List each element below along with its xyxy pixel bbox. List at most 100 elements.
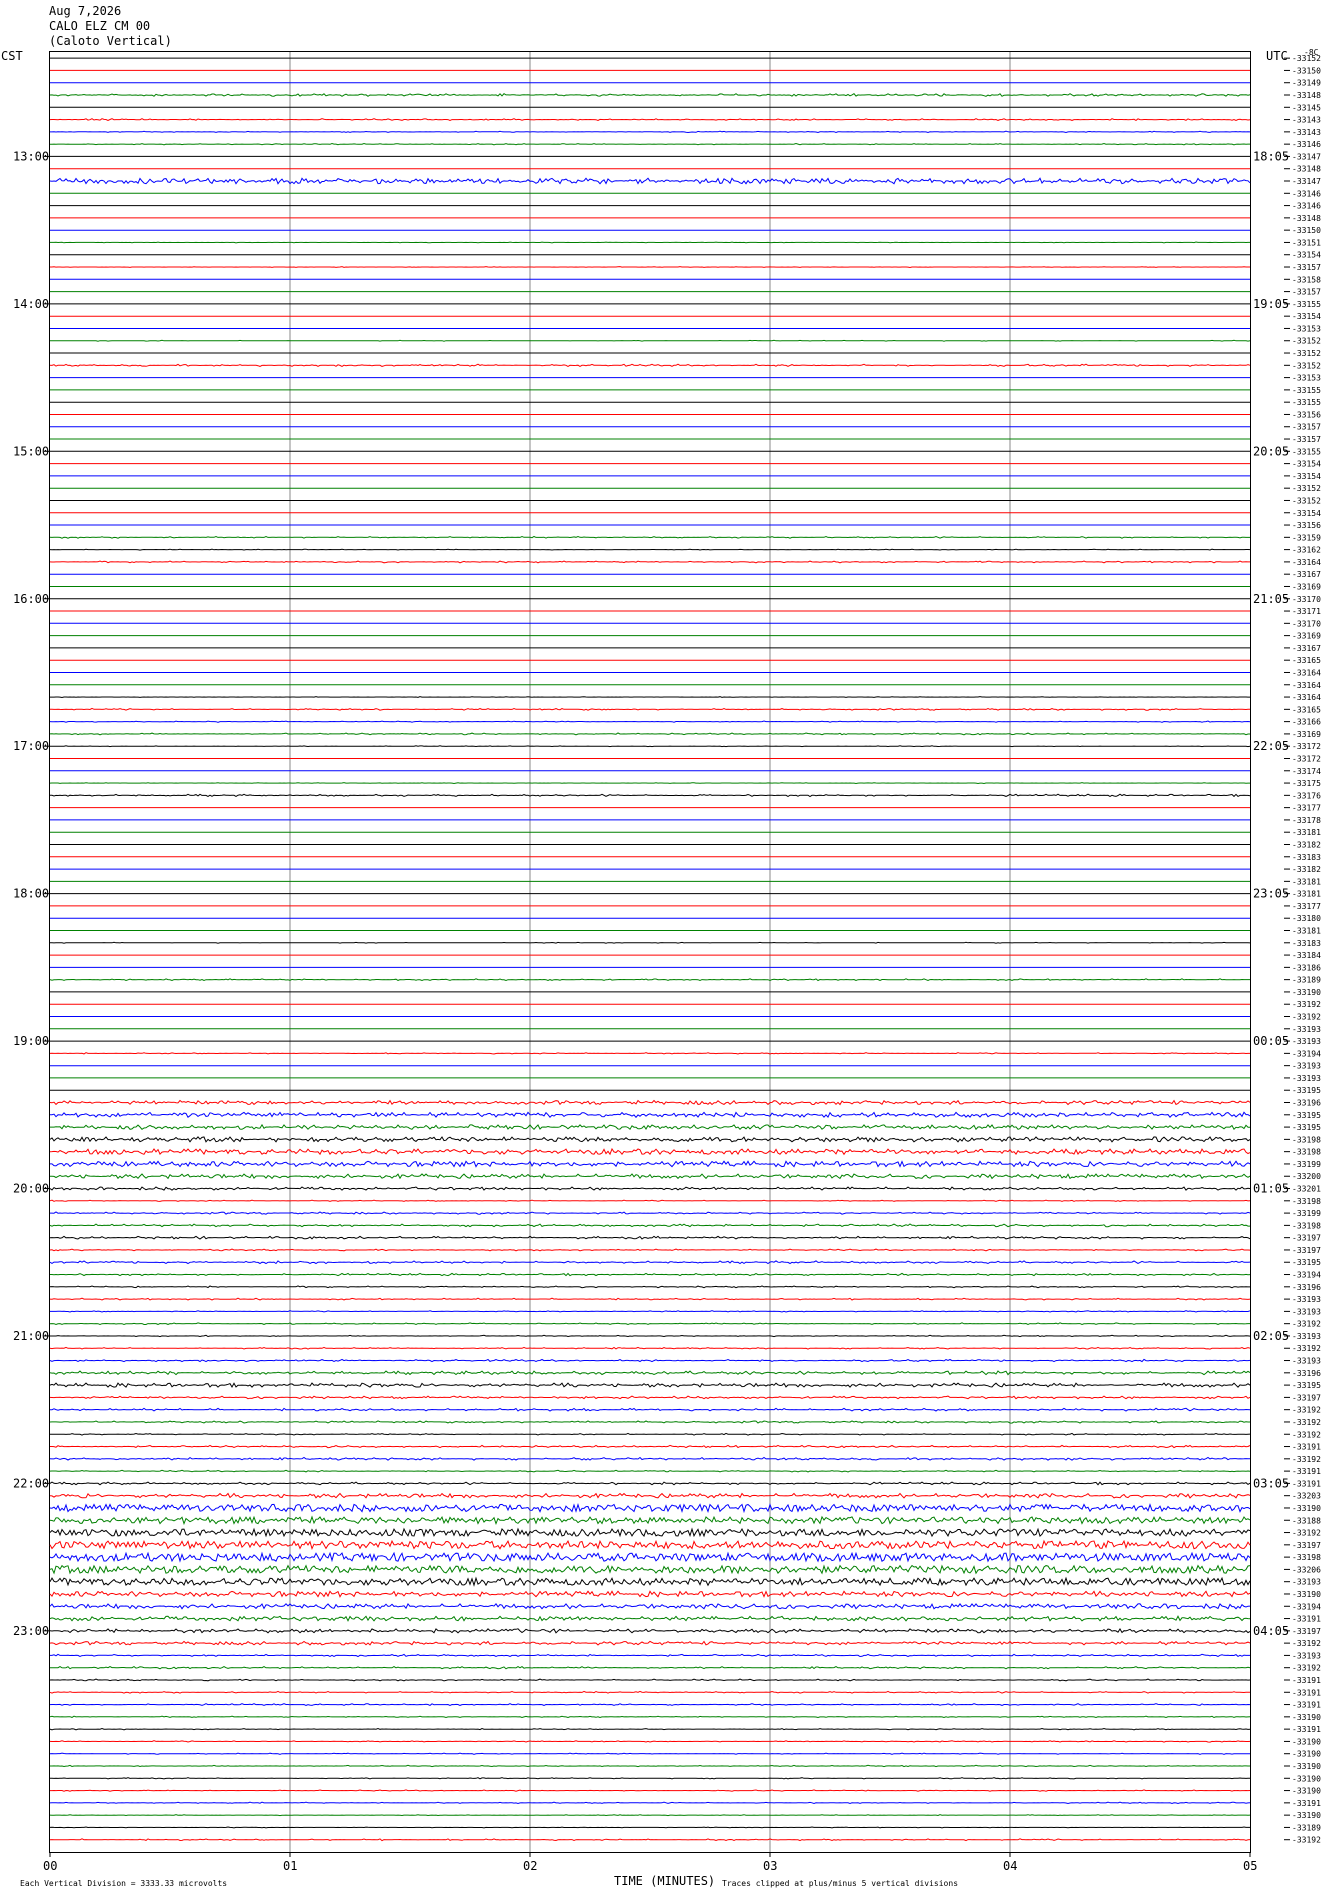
row-offset-label: -33191 <box>1292 1676 1321 1685</box>
row-offset-label: -33166 <box>1292 718 1321 727</box>
minute-gridlines <box>289 52 1011 1852</box>
seismic-trace <box>50 1211 1251 1215</box>
seismic-trace <box>50 941 1251 944</box>
row-offset-label: -33184 <box>1292 951 1321 960</box>
helicorder-plot: Aug 7,2026 CALO ELZ CM 00 (Caloto Vertic… <box>1 4 1321 1888</box>
seismic-trace <box>49 1814 1251 1817</box>
seismic-trace <box>50 142 1250 146</box>
seismic-trace <box>50 1789 1251 1792</box>
row-offset-label: -33190 <box>1292 1750 1321 1759</box>
row-offset-label: -33193 <box>1292 1074 1321 1083</box>
seismic-trace <box>49 1199 1251 1202</box>
seismic-trace <box>49 560 1250 564</box>
utc-hour-label: 18:05 <box>1253 149 1289 163</box>
cst-hour-label: 22:00 <box>13 1476 49 1490</box>
utc-hour-label: 00:05 <box>1253 1034 1289 1048</box>
seismic-trace <box>49 1469 1251 1473</box>
row-offset-label: -33196 <box>1292 1099 1321 1108</box>
row-offset-label: -33154 <box>1292 251 1321 260</box>
row-offset-label: -33192 <box>1292 1529 1321 1538</box>
seismic-trace <box>49 1551 1251 1563</box>
row-offset-label: -33152 <box>1292 496 1321 505</box>
row-offset-label: -33192 <box>1292 1418 1321 1427</box>
row-offset-label: -33167 <box>1292 644 1321 653</box>
seismic-trace <box>49 1678 1251 1682</box>
seismic-trace <box>50 793 1251 798</box>
seismic-trace <box>49 1248 1251 1252</box>
row-offset-label: -33192 <box>1292 1639 1321 1648</box>
seismic-trace <box>49 1173 1251 1180</box>
footer-scale-note: Each Vertical Division = 3333.33 microvo… <box>20 1879 227 1888</box>
seismic-trace <box>50 1764 1250 1768</box>
seismic-trace <box>49 1111 1251 1119</box>
row-offset-label: -33193 <box>1292 1062 1321 1071</box>
row-offset-label: -33190 <box>1292 1713 1321 1722</box>
seismic-trace <box>49 1740 1251 1743</box>
row-offset-label: -33190 <box>1292 1737 1321 1746</box>
row-offset-label: -33192 <box>1292 1000 1321 1009</box>
seismic-trace <box>49 1690 1251 1694</box>
row-offset-label: -33171 <box>1292 607 1321 616</box>
row-offset-label: -33189 <box>1292 976 1321 985</box>
cst-hour-label: 15:00 <box>13 444 49 458</box>
utc-hour-label: 01:05 <box>1253 1182 1289 1196</box>
row-offset-label: -33153 <box>1292 324 1321 333</box>
seismic-trace <box>49 1382 1251 1389</box>
row-offset-label: -33143 <box>1292 128 1321 137</box>
seismic-trace <box>50 1665 1251 1670</box>
seismic-trace <box>49 1358 1251 1363</box>
row-offset-label: -33190 <box>1292 988 1321 997</box>
row-offset-label: -33145 <box>1292 103 1321 112</box>
seismic-trace <box>49 1503 1251 1514</box>
row-offset-label: -33151 <box>1292 238 1321 247</box>
row-offset-label: -33192 <box>1292 1664 1321 1673</box>
row-offset-label: -33182 <box>1292 865 1321 874</box>
row-offset-label: -33195 <box>1292 1258 1321 1267</box>
row-offset-label: -33191 <box>1292 1615 1321 1624</box>
left-timezone-label: CST <box>1 49 23 63</box>
row-offset-label: -33197 <box>1292 1393 1321 1402</box>
seismic-trace <box>49 978 1250 982</box>
right-timezone-label: UTC <box>1266 49 1288 63</box>
cst-hour-label: 18:00 <box>13 887 49 901</box>
seismic-trace <box>49 1136 1251 1143</box>
row-offset-label: -33191 <box>1292 1443 1321 1452</box>
seismic-trace <box>49 1628 1251 1634</box>
row-offset-label: -33164 <box>1292 668 1321 677</box>
seismic-trace <box>49 1602 1251 1610</box>
row-offset-label: -33198 <box>1292 1553 1321 1562</box>
seismic-trace <box>49 1235 1251 1240</box>
seismic-trace <box>49 720 1251 723</box>
seismic-trace <box>49 1564 1251 1575</box>
row-offset-label: -33190 <box>1292 1774 1321 1783</box>
row-offset-label: -33203 <box>1292 1492 1321 1501</box>
row-offset-label: -33146 <box>1292 189 1321 198</box>
seismic-trace <box>49 177 1251 185</box>
seismic-trace <box>50 1334 1251 1338</box>
seismic-trace <box>50 1160 1251 1168</box>
row-offset-label: -33154 <box>1292 460 1321 469</box>
row-offset-label: -33178 <box>1292 816 1321 825</box>
row-offset-label: -33186 <box>1292 963 1321 972</box>
row-offset-label: -33148 <box>1292 165 1321 174</box>
row-offset-label: -33197 <box>1292 1234 1321 1243</box>
row-offset-label: -33148 <box>1292 91 1321 100</box>
footer-clip-note: Traces clipped at plus/minus 5 vertical … <box>722 1879 958 1888</box>
row-offset-label: -33150 <box>1292 66 1321 75</box>
seismic-trace <box>49 1492 1251 1499</box>
row-offset-label: -33192 <box>1292 1013 1321 1022</box>
row-offset-label: -33188 <box>1292 1516 1321 1525</box>
seismic-trace <box>49 1703 1251 1706</box>
row-offset-label: -33152 <box>1292 337 1321 346</box>
row-offset-label: -33169 <box>1292 632 1321 641</box>
row-offset-label: -33155 <box>1292 386 1321 395</box>
row-offset-label: -33196 <box>1292 1369 1321 1378</box>
row-offset-label: -33172 <box>1292 754 1321 763</box>
utc-hour-label: 19:05 <box>1253 297 1289 311</box>
row-offset-label: -33147 <box>1292 152 1321 161</box>
seismic-trace <box>49 1223 1250 1228</box>
seismic-trace <box>50 1310 1251 1313</box>
header-station: CALO ELZ CM 00 <box>49 19 150 33</box>
row-offset-label: -33157 <box>1292 288 1321 297</box>
seismic-trace <box>49 782 1250 785</box>
